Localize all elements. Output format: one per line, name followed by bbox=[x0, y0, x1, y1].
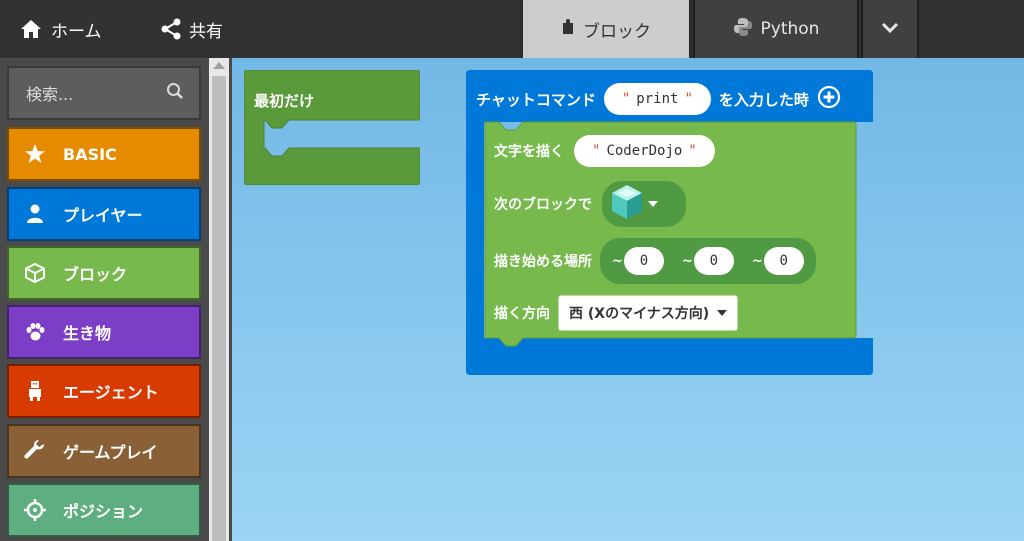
tilde-icon: ~ bbox=[681, 253, 693, 269]
person-icon bbox=[23, 204, 47, 224]
direction-value: 西 (Xのマイナス方向) bbox=[569, 306, 710, 322]
show-text-input[interactable]: " CoderDojo " bbox=[574, 135, 715, 167]
share-button[interactable]: 共有 bbox=[160, 0, 223, 58]
direction-dropdown[interactable]: 西 (Xのマイナス方向) bbox=[558, 295, 739, 331]
chat-command-prefix: チャットコマンド bbox=[476, 90, 596, 109]
on-start-label: 最初だけ bbox=[254, 92, 315, 110]
crosshair-icon bbox=[23, 499, 47, 521]
category-label: エージェント bbox=[63, 383, 159, 402]
paw-icon bbox=[23, 322, 47, 342]
category-player[interactable]: プレイヤー bbox=[7, 187, 201, 241]
show-text-label: 文字を描く bbox=[494, 144, 564, 160]
tilde-icon: ~ bbox=[751, 253, 763, 269]
tilde-icon: ~ bbox=[612, 253, 623, 269]
scrollbar-thumb[interactable] bbox=[212, 76, 226, 541]
direction-row: 描く方向 西 (Xのマイナス方向) bbox=[494, 295, 739, 331]
coord-y-value: 0 bbox=[693, 247, 734, 275]
category-label: プレイヤー bbox=[63, 206, 143, 225]
home-label: ホーム bbox=[51, 21, 102, 42]
block-type-dropdown[interactable] bbox=[602, 181, 686, 227]
direction-label: 描く方向 bbox=[494, 306, 550, 322]
scroll-up-arrow-icon[interactable] bbox=[213, 62, 225, 69]
star-icon bbox=[23, 143, 47, 165]
caret-down-icon bbox=[648, 201, 658, 207]
quote-open-icon: " bbox=[621, 91, 631, 107]
show-text-row: 文字を描く " CoderDojo " bbox=[494, 135, 715, 167]
coord-y[interactable]: ~0 bbox=[682, 247, 734, 275]
search-icon bbox=[166, 82, 184, 104]
coord-x[interactable]: ~0 bbox=[612, 247, 664, 275]
category-label: ブロック bbox=[63, 265, 128, 284]
puzzle-icon bbox=[561, 18, 575, 40]
start-position-label: 描き始める場所 bbox=[494, 254, 592, 270]
robot-icon bbox=[23, 380, 47, 402]
block-type-row: 次のブロックで bbox=[494, 181, 686, 227]
start-position-row: 描き始める場所 ~0 ~0 ~0 bbox=[494, 238, 816, 284]
on-chat-command-block[interactable]: チャットコマンド " print " を入力した時 文字を描く " CoderD… bbox=[466, 70, 873, 375]
search-input[interactable]: 検索... bbox=[7, 66, 201, 120]
category-label: 生き物 bbox=[63, 324, 112, 343]
coord-z-value: 0 bbox=[763, 247, 804, 275]
category-label: ゲームプレイ bbox=[63, 443, 158, 462]
cube-icon bbox=[23, 263, 47, 283]
position-input[interactable]: ~0 ~0 ~0 bbox=[600, 238, 816, 284]
coord-z[interactable]: ~0 bbox=[752, 247, 804, 275]
category-basic[interactable]: BASIC bbox=[7, 127, 201, 181]
more-dropdown-button[interactable] bbox=[861, 0, 919, 60]
tab-python[interactable]: Python bbox=[693, 0, 859, 60]
quote-close-icon: " bbox=[684, 91, 693, 107]
share-icon bbox=[160, 18, 182, 40]
chevron-down-icon bbox=[881, 19, 899, 39]
chat-command-input[interactable]: " print " bbox=[603, 83, 711, 115]
tab-blocks-label: ブロック bbox=[583, 21, 651, 42]
plus-circle-icon[interactable] bbox=[817, 85, 841, 113]
workspace[interactable]: 最初だけ チャットコマンド " print " を入力した時 文字を描く " C… bbox=[232, 58, 1024, 541]
caret-down-icon bbox=[717, 310, 728, 316]
block-type-label: 次のブロックで bbox=[494, 197, 592, 213]
coord-x-value: 0 bbox=[623, 247, 664, 275]
category-positions[interactable]: ポジション bbox=[7, 483, 201, 537]
category-agent[interactable]: エージェント bbox=[7, 364, 201, 418]
tab-python-label: Python bbox=[760, 19, 820, 39]
category-label: BASIC bbox=[63, 144, 117, 164]
category-gameplay[interactable]: ゲームプレイ bbox=[7, 424, 201, 478]
share-label: 共有 bbox=[189, 21, 223, 42]
python-icon bbox=[733, 17, 753, 42]
home-icon bbox=[20, 19, 42, 39]
diamond-block-icon bbox=[610, 183, 644, 225]
tab-blocks[interactable]: ブロック bbox=[521, 0, 691, 60]
category-blocks[interactable]: ブロック bbox=[7, 246, 201, 300]
toolbox: 検索... BASIC プレイヤー ブロック 生き物 エージェント ゲームプレイ… bbox=[0, 58, 232, 541]
quote-open-icon: " bbox=[592, 143, 601, 159]
on-start-block[interactable]: 最初だけ bbox=[244, 70, 420, 185]
toolbox-scrollbar[interactable] bbox=[209, 58, 229, 541]
home-button[interactable]: ホーム bbox=[20, 0, 102, 58]
chat-command-header: チャットコマンド " print " を入力した時 bbox=[476, 83, 841, 115]
wrench-icon bbox=[23, 440, 47, 462]
quote-close-icon: " bbox=[688, 143, 697, 159]
top-bar: ホーム 共有 ブロック Python bbox=[0, 0, 1024, 60]
show-text-value: CoderDojo bbox=[606, 143, 683, 159]
chat-command-suffix: を入力した時 bbox=[718, 90, 809, 109]
category-mobs[interactable]: 生き物 bbox=[7, 305, 201, 359]
search-placeholder: 検索... bbox=[26, 85, 74, 104]
category-label: ポジション bbox=[63, 502, 144, 521]
chat-command-value: print bbox=[636, 91, 679, 107]
